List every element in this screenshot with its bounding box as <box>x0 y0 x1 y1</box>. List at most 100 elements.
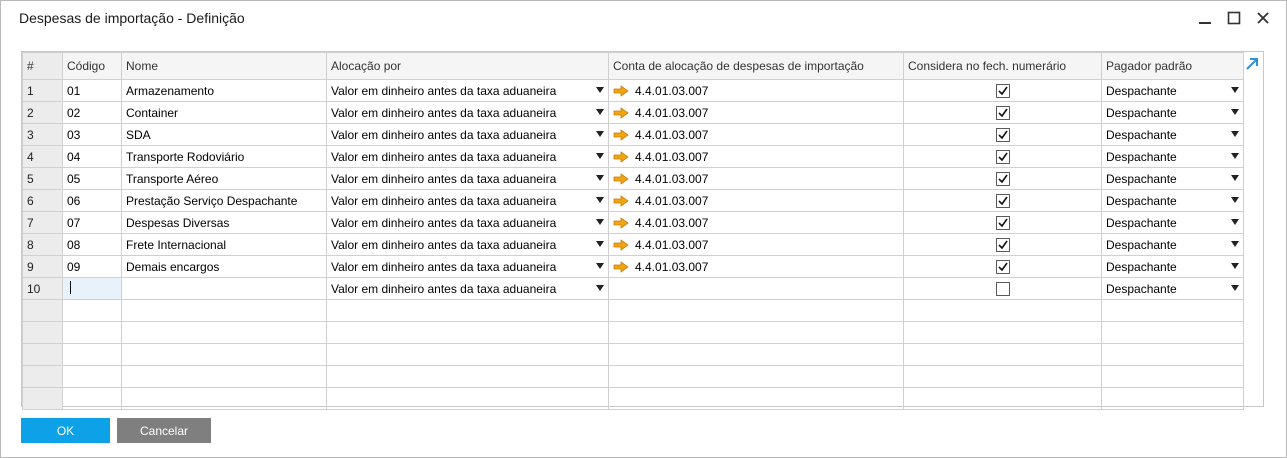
table-row[interactable]: 8 08 Frete Internacional Valor em dinheiro … <box>22 233 1244 256</box>
nome-cell[interactable]: Container <box>121 101 327 124</box>
dropdown-arrow-icon[interactable] <box>1231 87 1239 93</box>
dropdown-arrow-icon[interactable] <box>596 153 604 159</box>
dropdown-arrow-icon[interactable] <box>596 197 604 203</box>
dropdown-arrow-icon[interactable] <box>596 285 604 291</box>
nome-cell[interactable]: Armazenamento <box>121 79 327 102</box>
alocacao-cell[interactable]: Valor em dinheiro antes da taxa aduaneir… <box>326 123 609 146</box>
nome-cell[interactable]: Demais encargos <box>121 255 327 278</box>
dropdown-arrow-icon[interactable] <box>1231 131 1239 137</box>
alocacao-cell[interactable]: Valor em dinheiro antes da taxa aduaneir… <box>326 145 609 168</box>
considera-cell[interactable] <box>903 167 1102 190</box>
alocacao-cell[interactable]: Valor em dinheiro antes da taxa aduaneir… <box>326 101 609 124</box>
pagador-cell[interactable]: Despachante <box>1101 101 1244 124</box>
dropdown-arrow-icon[interactable] <box>1231 175 1239 181</box>
conta-cell[interactable]: 4.4.01.03.007 <box>608 145 904 168</box>
nome-cell[interactable]: SDA <box>121 123 327 146</box>
nome-cell[interactable]: Frete Internacional <box>121 233 327 256</box>
column-header-nome[interactable]: Nome <box>121 52 327 80</box>
table-row[interactable]: 10 Valor em dinheiro antes da taxa aduane… <box>22 277 1244 300</box>
dropdown-arrow-icon[interactable] <box>596 263 604 269</box>
dropdown-arrow-icon[interactable] <box>596 175 604 181</box>
checkbox-icon[interactable] <box>995 193 1010 208</box>
column-header-alocacao[interactable]: Alocação por <box>326 52 609 80</box>
considera-cell[interactable] <box>903 255 1102 278</box>
conta-cell[interactable]: 4.4.01.03.007 <box>608 233 904 256</box>
table-row[interactable]: 7 07 Despesas Diversas Valor em dinheiro an… <box>22 211 1244 234</box>
conta-cell[interactable]: 4.4.01.03.007 <box>608 167 904 190</box>
cancel-button[interactable]: Cancelar <box>117 418 211 443</box>
checkbox-icon[interactable] <box>995 259 1010 274</box>
alocacao-cell[interactable]: Valor em dinheiro antes da taxa aduaneir… <box>326 233 609 256</box>
checkbox-icon[interactable] <box>995 215 1010 230</box>
dropdown-arrow-icon[interactable] <box>1231 263 1239 269</box>
considera-cell[interactable] <box>903 233 1102 256</box>
pagador-cell[interactable]: Despachante <box>1101 79 1244 102</box>
checkbox-icon[interactable] <box>995 149 1010 164</box>
pagador-cell[interactable]: Despachante <box>1101 211 1244 234</box>
conta-cell[interactable]: 4.4.01.03.007 <box>608 101 904 124</box>
pagador-cell[interactable]: Despachante <box>1101 233 1244 256</box>
codigo-cell[interactable]: 02 <box>62 101 122 124</box>
dropdown-arrow-icon[interactable] <box>596 87 604 93</box>
checkbox-icon[interactable] <box>995 127 1010 142</box>
dropdown-arrow-icon[interactable] <box>1231 109 1239 115</box>
maximize-icon[interactable] <box>1223 7 1245 29</box>
table-row[interactable]: 6 06 Prestação Serviço Despachante Valor em… <box>22 189 1244 212</box>
checkbox-icon[interactable] <box>995 105 1010 120</box>
pagador-cell[interactable]: Despachante <box>1101 145 1244 168</box>
nome-cell[interactable]: Prestação Serviço Despachante <box>121 189 327 212</box>
codigo-cell[interactable]: 09 <box>62 255 122 278</box>
table-row[interactable]: 4 04 Transporte Rodoviário Valor em dinheir… <box>22 145 1244 168</box>
checkbox-icon[interactable] <box>995 171 1010 186</box>
codigo-cell[interactable] <box>62 277 122 300</box>
column-header-conta[interactable]: Conta de alocação de despesas de importa… <box>608 52 904 80</box>
column-header-pagador[interactable]: Pagador padrão <box>1101 52 1244 80</box>
link-arrow-icon[interactable] <box>613 216 629 229</box>
codigo-cell[interactable]: 03 <box>62 123 122 146</box>
close-icon[interactable] <box>1252 7 1274 29</box>
column-header-number[interactable]: # <box>22 52 63 80</box>
pagador-cell[interactable]: Despachante <box>1101 277 1244 300</box>
alocacao-cell[interactable]: Valor em dinheiro antes da taxa aduaneir… <box>326 211 609 234</box>
link-arrow-icon[interactable] <box>613 260 629 273</box>
column-header-codigo[interactable]: Código <box>62 52 122 80</box>
table-row[interactable]: 3 03 SDA Valor em dinheiro antes da taxa ad… <box>22 123 1244 146</box>
dropdown-arrow-icon[interactable] <box>596 241 604 247</box>
ok-button[interactable]: OK <box>21 418 110 443</box>
link-arrow-icon[interactable] <box>613 194 629 207</box>
considera-cell[interactable] <box>903 101 1102 124</box>
conta-cell[interactable] <box>608 277 904 300</box>
codigo-cell[interactable]: 06 <box>62 189 122 212</box>
pagador-cell[interactable]: Despachante <box>1101 189 1244 212</box>
table-row[interactable]: 2 02 Container Valor em dinheiro antes da t… <box>22 101 1244 124</box>
link-arrow-icon[interactable] <box>613 128 629 141</box>
alocacao-cell[interactable]: Valor em dinheiro antes da taxa aduaneir… <box>326 255 609 278</box>
codigo-cell[interactable]: 05 <box>62 167 122 190</box>
checkbox-icon[interactable] <box>995 237 1010 252</box>
nome-cell[interactable] <box>121 277 327 300</box>
alocacao-cell[interactable]: Valor em dinheiro antes da taxa aduaneir… <box>326 277 609 300</box>
link-arrow-icon[interactable] <box>613 172 629 185</box>
considera-cell[interactable] <box>903 189 1102 212</box>
dropdown-arrow-icon[interactable] <box>1231 219 1239 225</box>
codigo-cell[interactable]: 07 <box>62 211 122 234</box>
dropdown-arrow-icon[interactable] <box>1231 241 1239 247</box>
conta-cell[interactable]: 4.4.01.03.007 <box>608 255 904 278</box>
link-arrow-icon[interactable] <box>613 150 629 163</box>
dropdown-arrow-icon[interactable] <box>1231 197 1239 203</box>
nome-cell[interactable]: Despesas Diversas <box>121 211 327 234</box>
dropdown-arrow-icon[interactable] <box>596 109 604 115</box>
nome-cell[interactable]: Transporte Rodoviário <box>121 145 327 168</box>
considera-cell[interactable] <box>903 277 1102 300</box>
considera-cell[interactable] <box>903 145 1102 168</box>
conta-cell[interactable]: 4.4.01.03.007 <box>608 79 904 102</box>
considera-cell[interactable] <box>903 79 1102 102</box>
checkbox-icon[interactable] <box>995 281 1010 296</box>
table-row[interactable]: 1 01 Armazenamento Valor em dinheiro antes … <box>22 79 1244 102</box>
codigo-cell[interactable]: 08 <box>62 233 122 256</box>
alocacao-cell[interactable]: Valor em dinheiro antes da taxa aduaneir… <box>326 189 609 212</box>
codigo-cell[interactable]: 04 <box>62 145 122 168</box>
dropdown-arrow-icon[interactable] <box>1231 153 1239 159</box>
expand-arrow-icon[interactable] <box>1244 56 1260 72</box>
dropdown-arrow-icon[interactable] <box>596 131 604 137</box>
